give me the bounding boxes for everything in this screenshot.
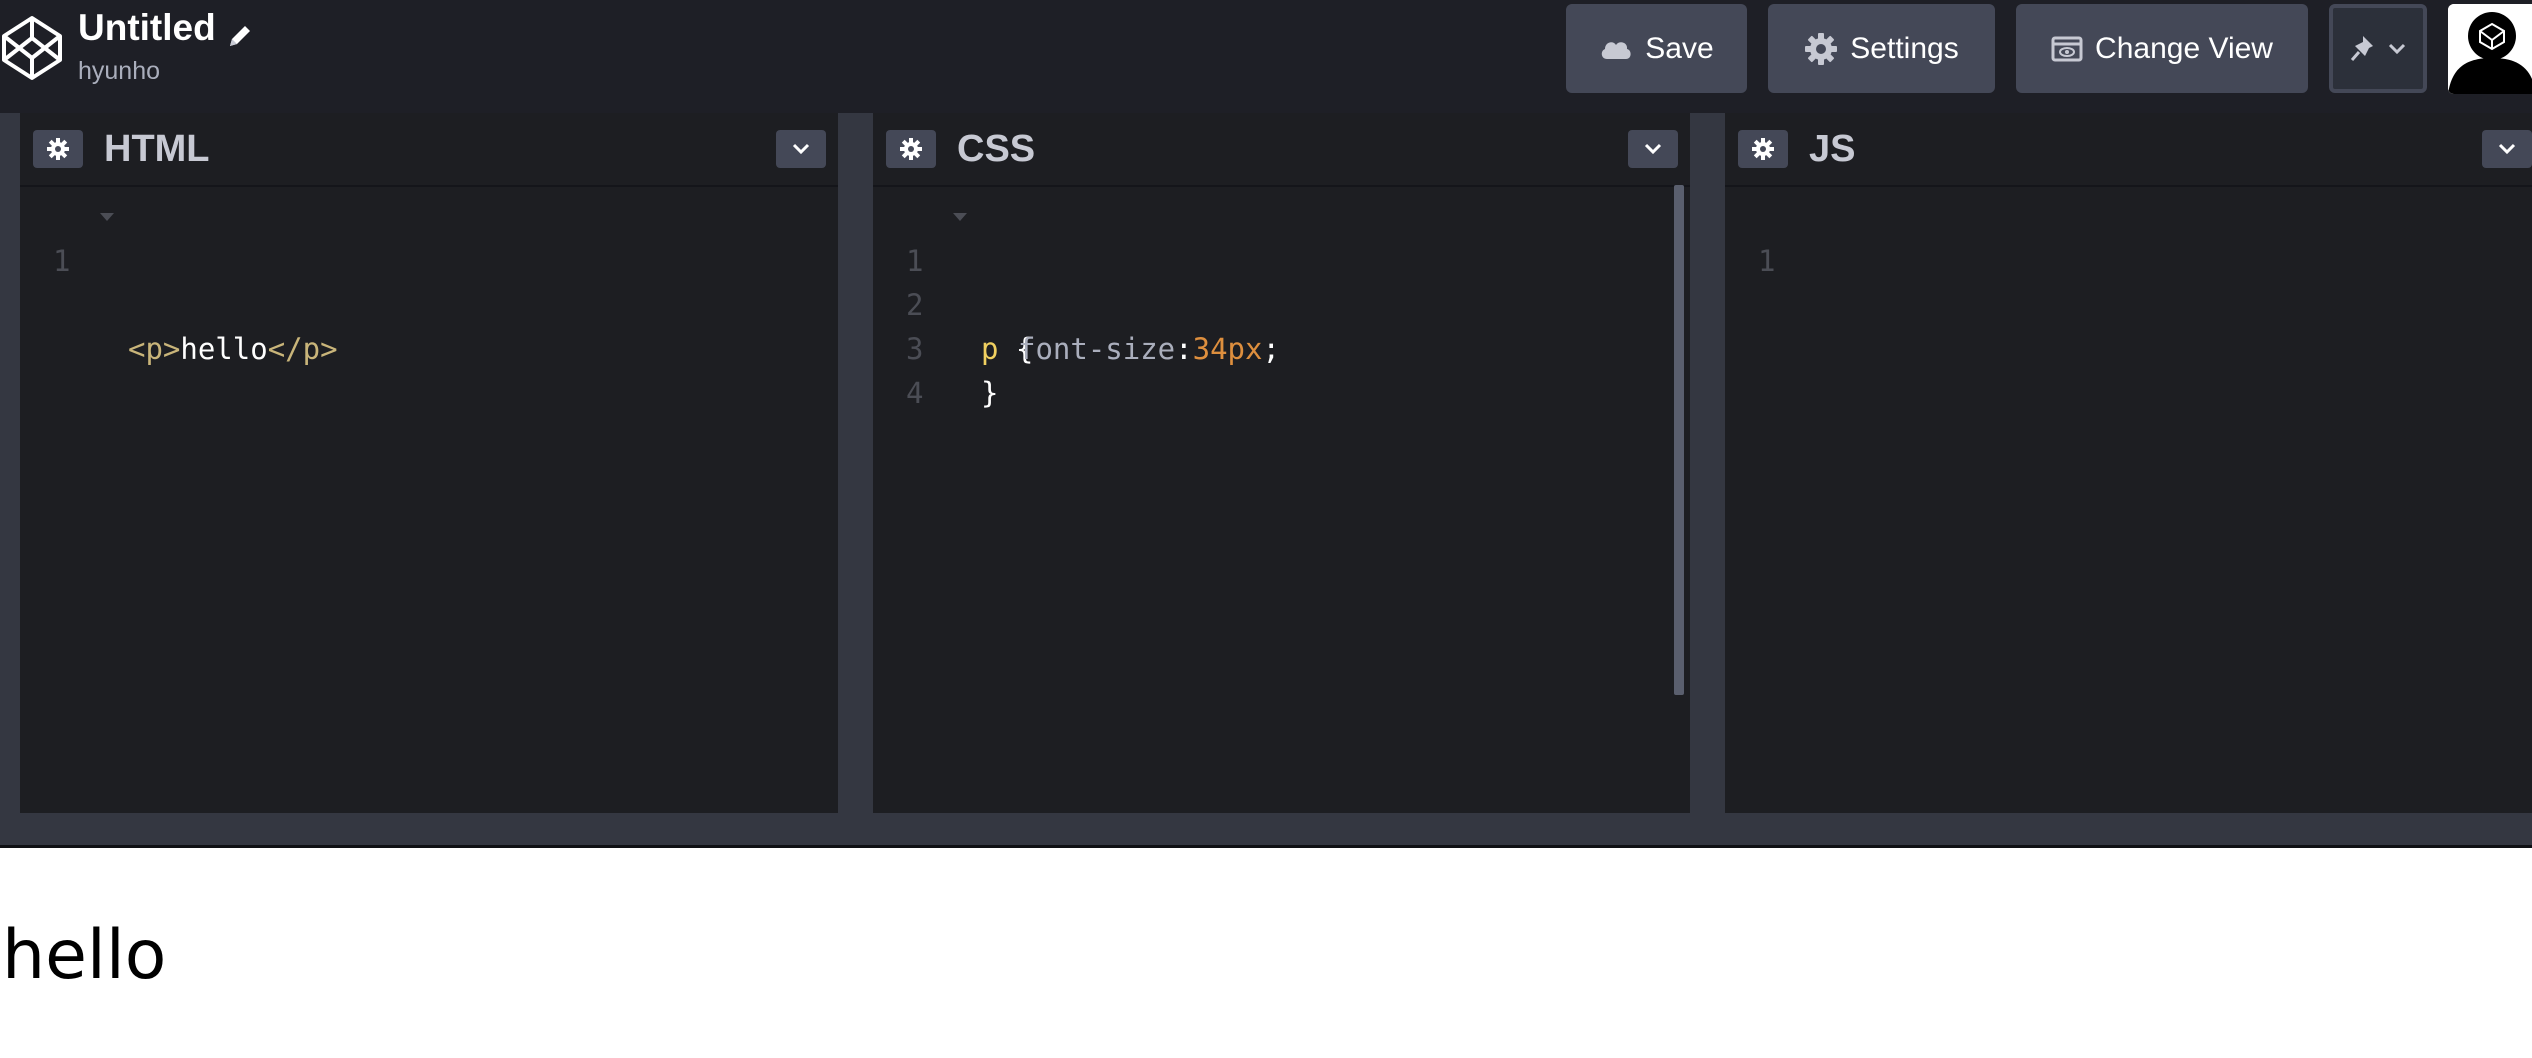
- settings-button[interactable]: Settings: [1768, 4, 1995, 93]
- js-panel-chevron-down-icon[interactable]: [2482, 130, 2532, 168]
- css-scrollbar[interactable]: [1674, 185, 1684, 695]
- codepen-logo-icon[interactable]: [0, 14, 64, 82]
- js-editor-panel: JS 1: [1725, 113, 2532, 813]
- css-code[interactable]: 1 p { 2 font-size:34px; 3 } 4: [873, 195, 1690, 410]
- cloud-icon: [1599, 37, 1633, 61]
- editor-resize-handle[interactable]: [1690, 113, 1725, 848]
- css-panel-chevron-down-icon[interactable]: [1628, 130, 1678, 168]
- editor-area: HTML 1 <p>hello</p> CSS 1 p {2 font-siz…: [0, 113, 2532, 848]
- pencil-edit-icon[interactable]: [226, 14, 254, 46]
- html-open-tag: <p>: [128, 332, 181, 366]
- css-panel-header: CSS: [873, 113, 1690, 187]
- user-avatar[interactable]: [2448, 4, 2532, 94]
- code-line: 3 }: [873, 283, 1690, 410]
- layout-view-icon: [2051, 36, 2083, 62]
- pen-title-text[interactable]: Untitled: [78, 4, 216, 52]
- js-panel-header: JS: [1725, 113, 2532, 187]
- save-button[interactable]: Save: [1566, 4, 1747, 93]
- pen-owner[interactable]: hyunho: [78, 56, 254, 86]
- change-view-button[interactable]: Change View: [2016, 4, 2308, 93]
- pen-title[interactable]: Untitled: [78, 4, 254, 52]
- css-settings-gear-icon[interactable]: [886, 130, 936, 168]
- css-panel-title: CSS: [957, 128, 1036, 170]
- line-number: 1: [53, 244, 71, 278]
- pin-icon: [2349, 34, 2377, 64]
- html-text-node: hello: [180, 332, 268, 366]
- html-settings-gear-icon[interactable]: [33, 130, 83, 168]
- preview-paragraph: hello: [2, 916, 167, 995]
- fold-arrow-icon[interactable]: [953, 213, 967, 221]
- save-label: Save: [1645, 31, 1714, 65]
- code-text: <p>hello</p>: [128, 327, 338, 371]
- editor-resize-handle[interactable]: [0, 113, 20, 848]
- code-line: 1: [1725, 195, 2532, 278]
- code-line: 4: [873, 327, 1690, 410]
- result-preview[interactable]: hello: [0, 848, 2532, 1058]
- editor-resize-handle[interactable]: [838, 113, 873, 848]
- line-number: 4: [906, 376, 924, 410]
- html-panel-header: HTML: [20, 113, 838, 187]
- html-panel-title: HTML: [104, 128, 210, 170]
- code-line: 2 font-size:34px;: [873, 239, 1690, 366]
- pen-title-block: Untitled hyunho: [78, 4, 254, 86]
- html-close-tag: </p>: [267, 332, 338, 366]
- line-number: 1: [1758, 244, 1776, 278]
- css-editor-panel: CSS 1 p { 2 font-size:34px; 3 } 4: [873, 113, 1690, 813]
- preview-resize-handle[interactable]: [0, 813, 2532, 846]
- app-header: Untitled hyunho Save Settings Change Vie…: [0, 0, 2532, 113]
- pin-dropdown-button[interactable]: [2329, 4, 2427, 93]
- gear-icon: [1804, 32, 1838, 66]
- js-panel-title: JS: [1809, 128, 1856, 170]
- js-settings-gear-icon[interactable]: [1738, 130, 1788, 168]
- chevron-down-icon: [2387, 42, 2407, 56]
- code-line: 1 <p>hello</p>: [20, 195, 838, 366]
- settings-label: Settings: [1850, 31, 1959, 65]
- js-code[interactable]: 1: [1725, 195, 2532, 278]
- html-panel-chevron-down-icon[interactable]: [776, 130, 826, 168]
- html-code[interactable]: 1 <p>hello</p>: [20, 195, 838, 366]
- fold-arrow-icon[interactable]: [100, 213, 114, 221]
- code-line: 1 p {: [873, 195, 1690, 366]
- html-editor-panel: HTML 1 <p>hello</p>: [20, 113, 838, 813]
- change-view-label: Change View: [2095, 31, 2273, 65]
